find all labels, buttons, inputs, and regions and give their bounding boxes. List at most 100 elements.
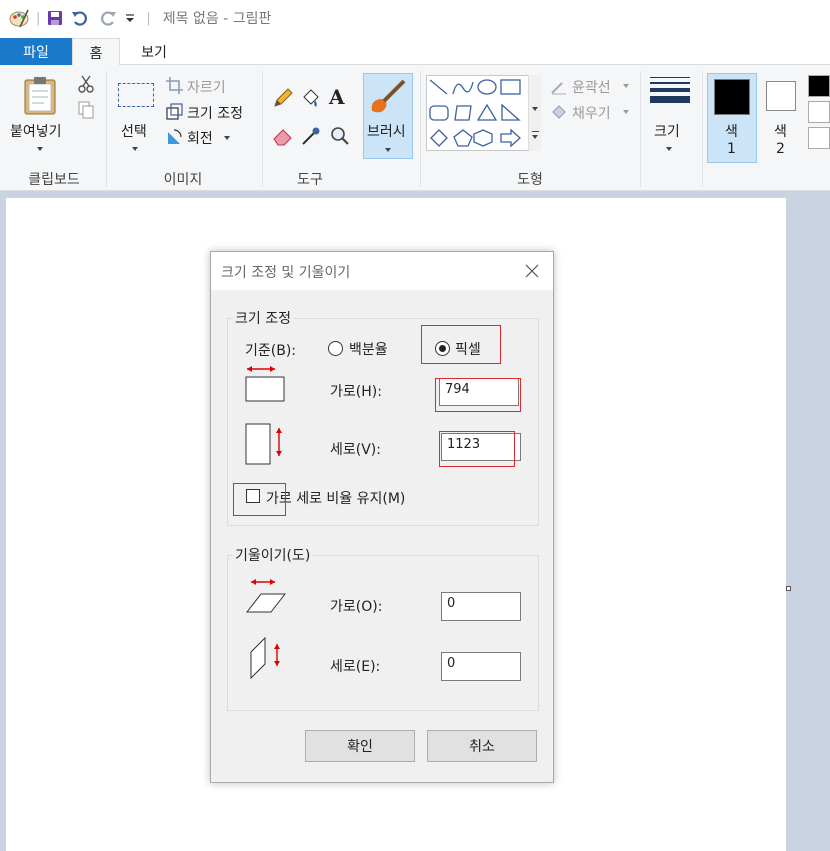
shapes-group-label: 도형 bbox=[517, 172, 543, 188]
group-divider bbox=[702, 71, 703, 187]
cancel-button[interactable]: 취소 bbox=[427, 730, 537, 762]
horizontal-resize-icon bbox=[245, 366, 285, 402]
paste-button[interactable]: 붙여넣기 bbox=[10, 121, 62, 141]
skew-horizontal-input[interactable]: 0 bbox=[441, 592, 521, 621]
select-dropdown-icon[interactable] bbox=[132, 147, 138, 151]
text-icon[interactable]: A bbox=[329, 85, 345, 109]
scroll-down-icon[interactable] bbox=[532, 107, 538, 111]
outline-icon[interactable] bbox=[550, 79, 568, 95]
ok-button[interactable]: 확인 bbox=[305, 730, 415, 762]
vertical-skew-icon bbox=[250, 636, 280, 680]
palette-swatch[interactable] bbox=[808, 75, 830, 97]
fill-dropdown-icon[interactable] bbox=[623, 110, 629, 114]
horizontal-skew-icon bbox=[245, 579, 287, 613]
palette-swatch[interactable] bbox=[808, 101, 830, 123]
brushes-dropdown-icon bbox=[385, 148, 391, 152]
eraser-icon[interactable] bbox=[272, 125, 294, 147]
color1-number: 1 bbox=[727, 141, 736, 157]
canvas-resize-handle[interactable] bbox=[786, 586, 791, 591]
palette-swatch[interactable] bbox=[808, 127, 830, 149]
paste-dropdown-icon[interactable] bbox=[37, 147, 43, 151]
color2-number: 2 bbox=[776, 141, 785, 157]
shapes-gallery-icons bbox=[429, 79, 521, 148]
highlight-box bbox=[233, 483, 286, 516]
size-dropdown-icon[interactable] bbox=[666, 147, 672, 151]
paste-icon[interactable] bbox=[22, 75, 58, 115]
undo-icon[interactable] bbox=[70, 9, 90, 27]
horizontal-label: 가로(H): bbox=[330, 384, 382, 400]
crop-button[interactable]: 자르기 bbox=[187, 77, 226, 97]
ribbon: 붙여넣기 클립보드 선택 자르기 크기 조정 회전 이미지 A 도구 브러시 윤… bbox=[0, 65, 830, 191]
brush-icon bbox=[371, 79, 406, 113]
title-bar: | | 제목 없음 - 그림판 bbox=[0, 0, 830, 36]
fill-icon[interactable] bbox=[550, 103, 568, 121]
highlight-box bbox=[421, 325, 501, 364]
quick-access-toolbar: | | bbox=[0, 7, 157, 29]
rotate-button[interactable]: 회전 bbox=[187, 128, 213, 148]
color1-swatch[interactable] bbox=[714, 79, 750, 115]
redo-icon[interactable] bbox=[98, 9, 118, 27]
vertical-label: 세로(V): bbox=[330, 442, 381, 458]
copy-icon[interactable] bbox=[78, 101, 94, 119]
skew-group-legend: 기울이기(도) bbox=[233, 545, 313, 565]
fill-bucket-icon[interactable] bbox=[300, 87, 322, 109]
ribbon-tabs: 파일 홈 보기 bbox=[0, 36, 830, 66]
brushes-label: 브러시 bbox=[367, 124, 406, 140]
tab-file[interactable]: 파일 bbox=[0, 38, 72, 65]
dialog-title-bar: 크기 조정 및 기울이기 bbox=[211, 252, 553, 290]
resize-button[interactable]: 크기 조정 bbox=[187, 103, 243, 123]
image-group-label: 이미지 bbox=[163, 172, 203, 188]
separator: | bbox=[146, 10, 151, 26]
clipboard-group-label: 클립보드 bbox=[28, 172, 80, 188]
shapes-gallery[interactable] bbox=[426, 75, 541, 151]
group-divider bbox=[420, 71, 421, 187]
expand-icon[interactable] bbox=[532, 131, 539, 132]
brushes-button[interactable]: 브러시 bbox=[363, 73, 413, 159]
keep-aspect-label[interactable]: 가로 세로 비율 유지(M) bbox=[266, 488, 405, 508]
size-icon[interactable] bbox=[650, 77, 690, 103]
expand-dropdown-icon[interactable] bbox=[532, 135, 538, 139]
crop-icon[interactable] bbox=[166, 77, 183, 94]
dialog-title: 크기 조정 및 기울이기 bbox=[221, 265, 351, 281]
window-title: 제목 없음 - 그림판 bbox=[162, 11, 272, 27]
percent-radio[interactable] bbox=[328, 341, 343, 356]
magnifier-icon[interactable] bbox=[329, 125, 351, 147]
save-icon[interactable] bbox=[46, 9, 64, 27]
color2-swatch[interactable] bbox=[766, 81, 796, 111]
select-icon[interactable] bbox=[118, 83, 154, 107]
customize-dropdown-icon[interactable] bbox=[124, 12, 136, 24]
rotate-dropdown-icon[interactable] bbox=[224, 136, 230, 140]
skew-horizontal-label: 가로(O): bbox=[330, 599, 383, 615]
highlight-box bbox=[435, 378, 521, 412]
percent-label[interactable]: 백분율 bbox=[349, 339, 388, 359]
outline-dropdown-icon[interactable] bbox=[623, 84, 629, 88]
tab-view[interactable]: 보기 bbox=[124, 38, 184, 65]
group-divider bbox=[262, 71, 263, 187]
close-icon[interactable] bbox=[525, 264, 539, 278]
select-button[interactable]: 선택 bbox=[121, 121, 147, 141]
outline-button[interactable]: 윤곽선 bbox=[572, 77, 611, 97]
cut-icon[interactable] bbox=[78, 75, 94, 93]
color1-label: 색 bbox=[725, 124, 738, 140]
group-divider bbox=[106, 71, 107, 187]
skew-vertical-label: 세로(E): bbox=[330, 659, 381, 675]
highlight-box bbox=[439, 431, 515, 467]
vertical-resize-icon bbox=[245, 423, 282, 465]
resize-icon[interactable] bbox=[166, 103, 183, 120]
color-picker-icon[interactable] bbox=[300, 125, 322, 147]
pencil-icon[interactable] bbox=[272, 87, 294, 109]
color2-label: 색 bbox=[774, 124, 787, 140]
rotate-icon[interactable] bbox=[166, 128, 183, 145]
resize-group-legend: 크기 조정 bbox=[233, 308, 293, 328]
basis-label: 기준(B): bbox=[245, 343, 297, 359]
shapes-scrollbar[interactable] bbox=[528, 75, 541, 151]
tools-group-label: 도구 bbox=[297, 172, 323, 188]
separator: | bbox=[36, 10, 41, 26]
group-divider bbox=[640, 71, 641, 187]
size-button[interactable]: 크기 bbox=[654, 121, 680, 141]
fill-button[interactable]: 채우기 bbox=[572, 103, 611, 123]
resize-skew-dialog: 크기 조정 및 기울이기 크기 조정 기준(B): 백분율 픽셀 가로(H): … bbox=[210, 251, 554, 783]
paint-app-icon bbox=[9, 9, 29, 28]
tab-home[interactable]: 홈 bbox=[72, 38, 120, 66]
skew-vertical-input[interactable]: 0 bbox=[441, 652, 521, 681]
